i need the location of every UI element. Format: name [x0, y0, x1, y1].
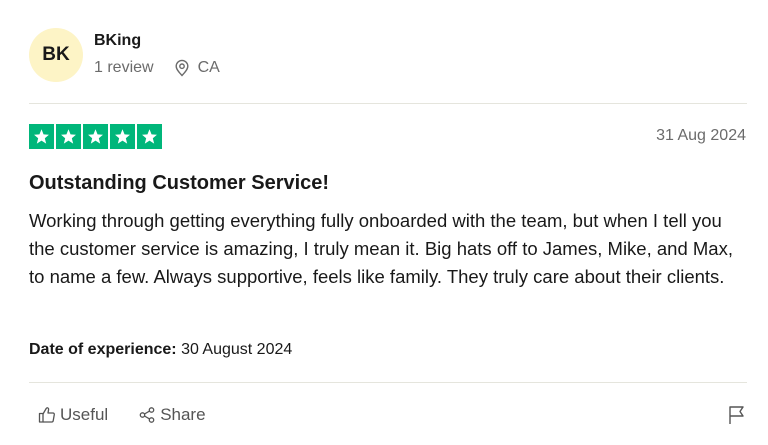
divider — [29, 382, 747, 383]
star-icon — [29, 124, 54, 149]
star-icon — [137, 124, 162, 149]
reviewer-name[interactable]: BKing — [94, 32, 141, 50]
review-date: 31 Aug 2024 — [656, 127, 746, 144]
thumbs-up-icon — [38, 407, 55, 423]
review-count: 1 review — [94, 59, 154, 76]
share-label: Share — [160, 405, 206, 424]
avatar[interactable]: BK — [29, 28, 83, 82]
useful-button[interactable]: Useful — [38, 405, 108, 425]
flag-icon — [729, 406, 744, 424]
experience-value: 30 August 2024 — [181, 341, 293, 358]
review-actions: Useful Share — [38, 405, 206, 425]
share-button[interactable]: Share — [138, 405, 206, 425]
star-icon — [110, 124, 135, 149]
share-icon — [139, 407, 155, 423]
reviewer-location: CA — [174, 59, 220, 77]
avatar-initials: BK — [42, 44, 70, 65]
experience-date: Date of experience: 30 August 2024 — [29, 341, 292, 359]
divider — [29, 103, 747, 104]
report-button[interactable] — [728, 405, 746, 430]
location-pin-icon — [175, 59, 189, 77]
experience-label: Date of experience: — [29, 341, 177, 358]
star-icon — [83, 124, 108, 149]
location-text: CA — [197, 59, 220, 76]
star-icon — [56, 124, 81, 149]
useful-label: Useful — [60, 405, 109, 424]
reviewer-meta: 1 review CA — [94, 59, 220, 77]
review-body: Working through getting everything fully… — [29, 210, 733, 287]
review-card: BK BKing 1 review CA 31 Aug 2024 Outstan… — [0, 0, 768, 445]
review-title[interactable]: Outstanding Customer Service! — [29, 172, 329, 195]
star-rating — [29, 124, 162, 149]
